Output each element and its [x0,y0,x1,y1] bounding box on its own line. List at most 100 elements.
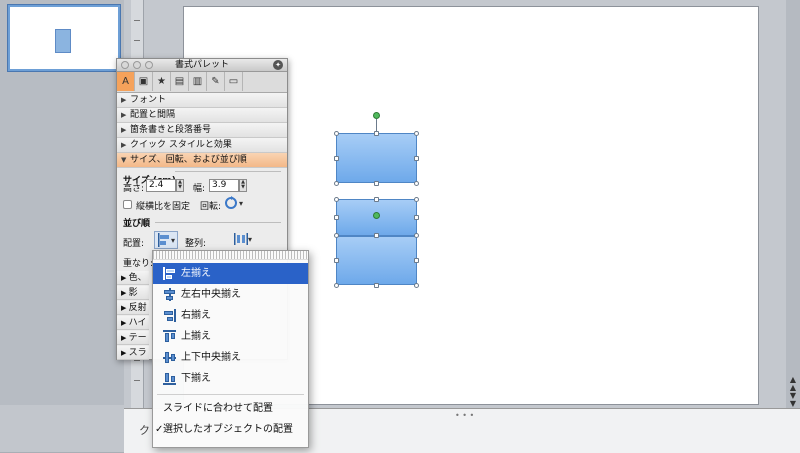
resize-handle[interactable] [374,181,379,186]
resize-handle[interactable] [414,131,419,136]
tab-formatting-icon[interactable]: A [117,72,135,91]
vertical-scrollbar[interactable] [786,0,800,408]
distribute-dropdown-button[interactable]: ▾ [234,231,252,247]
thumbnail-shape [55,29,71,53]
resize-handle[interactable] [334,283,339,288]
section-shadow-collapsed[interactable]: ▶ 影 [117,286,149,300]
resize-handle[interactable] [334,233,339,238]
section-hyperlink-collapsed[interactable]: ▶ ハイ [117,316,149,330]
chevron-down-icon: ▾ [239,198,244,208]
zoom-window-icon[interactable] [145,61,153,69]
section-label: ハイ [128,318,147,328]
section-slide-collapsed[interactable]: ▶ スラ [117,346,149,360]
rotation-handle[interactable] [373,112,380,119]
expand-triangle-icon: ▶ [121,289,129,297]
expand-triangle-icon: ▶ [121,334,129,342]
resize-handle[interactable] [374,283,379,288]
distribute-horizontal-icon [234,233,248,245]
resize-handle[interactable] [334,215,339,220]
expand-triangle-icon: ▶ [121,141,127,149]
lock-aspect-ratio-checkbox[interactable] [123,200,132,209]
resize-handle[interactable] [374,197,379,202]
resize-handle[interactable] [414,215,419,220]
resize-handle[interactable] [374,131,379,136]
tab-projects-icon[interactable]: ▭ [225,72,243,91]
resize-handle[interactable] [414,181,419,186]
menu-item-align-to-slide[interactable]: スライドに合わせて配置 [153,399,308,419]
rectangle-shape-bottom[interactable] [336,236,417,285]
section-alignment-spacing[interactable]: ▶ 配置と間隔 [117,108,287,123]
align-right-icon [163,309,176,322]
menu-item-align-bottom[interactable]: 下揃え [153,368,308,389]
align-dropdown-button[interactable]: ▾ [154,231,179,249]
resize-handle[interactable] [414,233,419,238]
section-colors-collapsed[interactable]: ▶ 色、 [117,271,149,285]
tab-scrapbook-icon[interactable]: ▤ [171,72,189,91]
menu-item-label: 上下中央揃え [181,352,241,363]
resize-handle[interactable] [374,233,379,238]
minimize-window-icon[interactable] [133,61,141,69]
menu-item-align-center[interactable]: 左右中央揃え [153,284,308,305]
resize-handle[interactable] [414,197,419,202]
align-dropdown-menu: 左揃え 左右中央揃え 右揃え 上揃え 上下中央揃え 下揃え スライドに合わせて配… [152,250,309,448]
height-input[interactable]: 2.4 [146,179,176,192]
menu-item-align-left[interactable]: 左揃え [153,263,308,284]
resize-handle[interactable] [334,258,339,263]
section-size-rotation-order[interactable]: ▼ サイズ、回転、および並び順 [117,153,287,168]
menu-item-label: 選択したオブジェクトの配置 [163,424,293,435]
section-label: スラ [128,348,147,358]
width-input[interactable]: 3.9 [209,179,239,192]
section-quick-styles[interactable]: ▶ クイック スタイルと効果 [117,138,287,153]
close-window-icon[interactable] [121,61,129,69]
menu-item-label: 左揃え [181,268,211,279]
resize-handle[interactable] [414,283,419,288]
resize-handle[interactable] [334,156,339,161]
section-label: 箇条書きと段落番号 [130,125,212,135]
height-stepper[interactable]: ▲ ▼ [176,179,184,192]
menu-item-align-selected-objects[interactable]: ✓選択したオブジェクトの配置 [153,420,308,440]
resize-handle[interactable] [414,156,419,161]
palette-title-bar[interactable]: 書式パレット ✦ [117,59,287,72]
order-heading: 並び順 [123,219,151,229]
resize-handle[interactable] [334,197,339,202]
section-theme-collapsed[interactable]: ▶ テー [117,331,149,345]
section-font[interactable]: ▶ フォント [117,93,287,108]
resize-handle[interactable] [414,258,419,263]
rotation-label: 回転: [200,202,222,212]
menu-separator [157,394,304,395]
menu-tearoff-grip[interactable] [153,251,308,260]
menu-item-label: 左右中央揃え [181,289,241,300]
menu-item-label: 右揃え [181,310,211,321]
menu-item-label: 上揃え [181,331,211,342]
rectangle-shape-top[interactable] [336,133,417,183]
menu-item-label: スライドに合わせて配置 [163,403,273,414]
rotation-handle[interactable] [373,212,380,219]
chevron-down-icon: ▾ [171,235,176,245]
expand-triangle-icon: ▶ [121,126,127,134]
tab-toolbox-icon[interactable]: ★ [153,72,171,91]
scroll-arrows-icon[interactable]: ▲ ▲ ▼ ▼ [787,376,799,408]
tab-reference-icon[interactable]: ▥ [189,72,207,91]
align-middle-icon [163,351,176,364]
section-bullets-numbering[interactable]: ▶ 箇条書きと段落番号 [117,123,287,138]
align-left-icon [158,233,169,247]
slide-thumbnail[interactable] [8,5,120,71]
tab-object-styles-icon[interactable]: ▣ [135,72,153,91]
menu-item-align-right[interactable]: 右揃え [153,305,308,326]
palette-tab-bar: A ▣ ★ ▤ ▥ ✎ ▭ [117,72,287,93]
menu-item-align-top[interactable]: 上揃え [153,326,308,347]
splitter-grip-icon[interactable]: • • • [455,411,474,420]
height-label: 高さ: [123,184,145,194]
resize-handle[interactable] [334,181,339,186]
tab-compatibility-icon[interactable]: ✎ [207,72,225,91]
rotate-button[interactable]: ▾ [223,195,243,211]
width-stepper[interactable]: ▲ ▼ [239,179,247,192]
menu-item-align-middle[interactable]: 上下中央揃え [153,347,308,368]
section-label: サイズ、回転、および並び順 [130,155,247,165]
expand-triangle-icon: ▶ [121,304,129,312]
thumbnail-pane-footer [0,405,124,452]
palette-options-icon[interactable]: ✦ [273,60,283,70]
resize-handle[interactable] [334,131,339,136]
section-label: 配置と間隔 [130,110,176,120]
section-reflection-collapsed[interactable]: ▶ 反射 [117,301,149,315]
